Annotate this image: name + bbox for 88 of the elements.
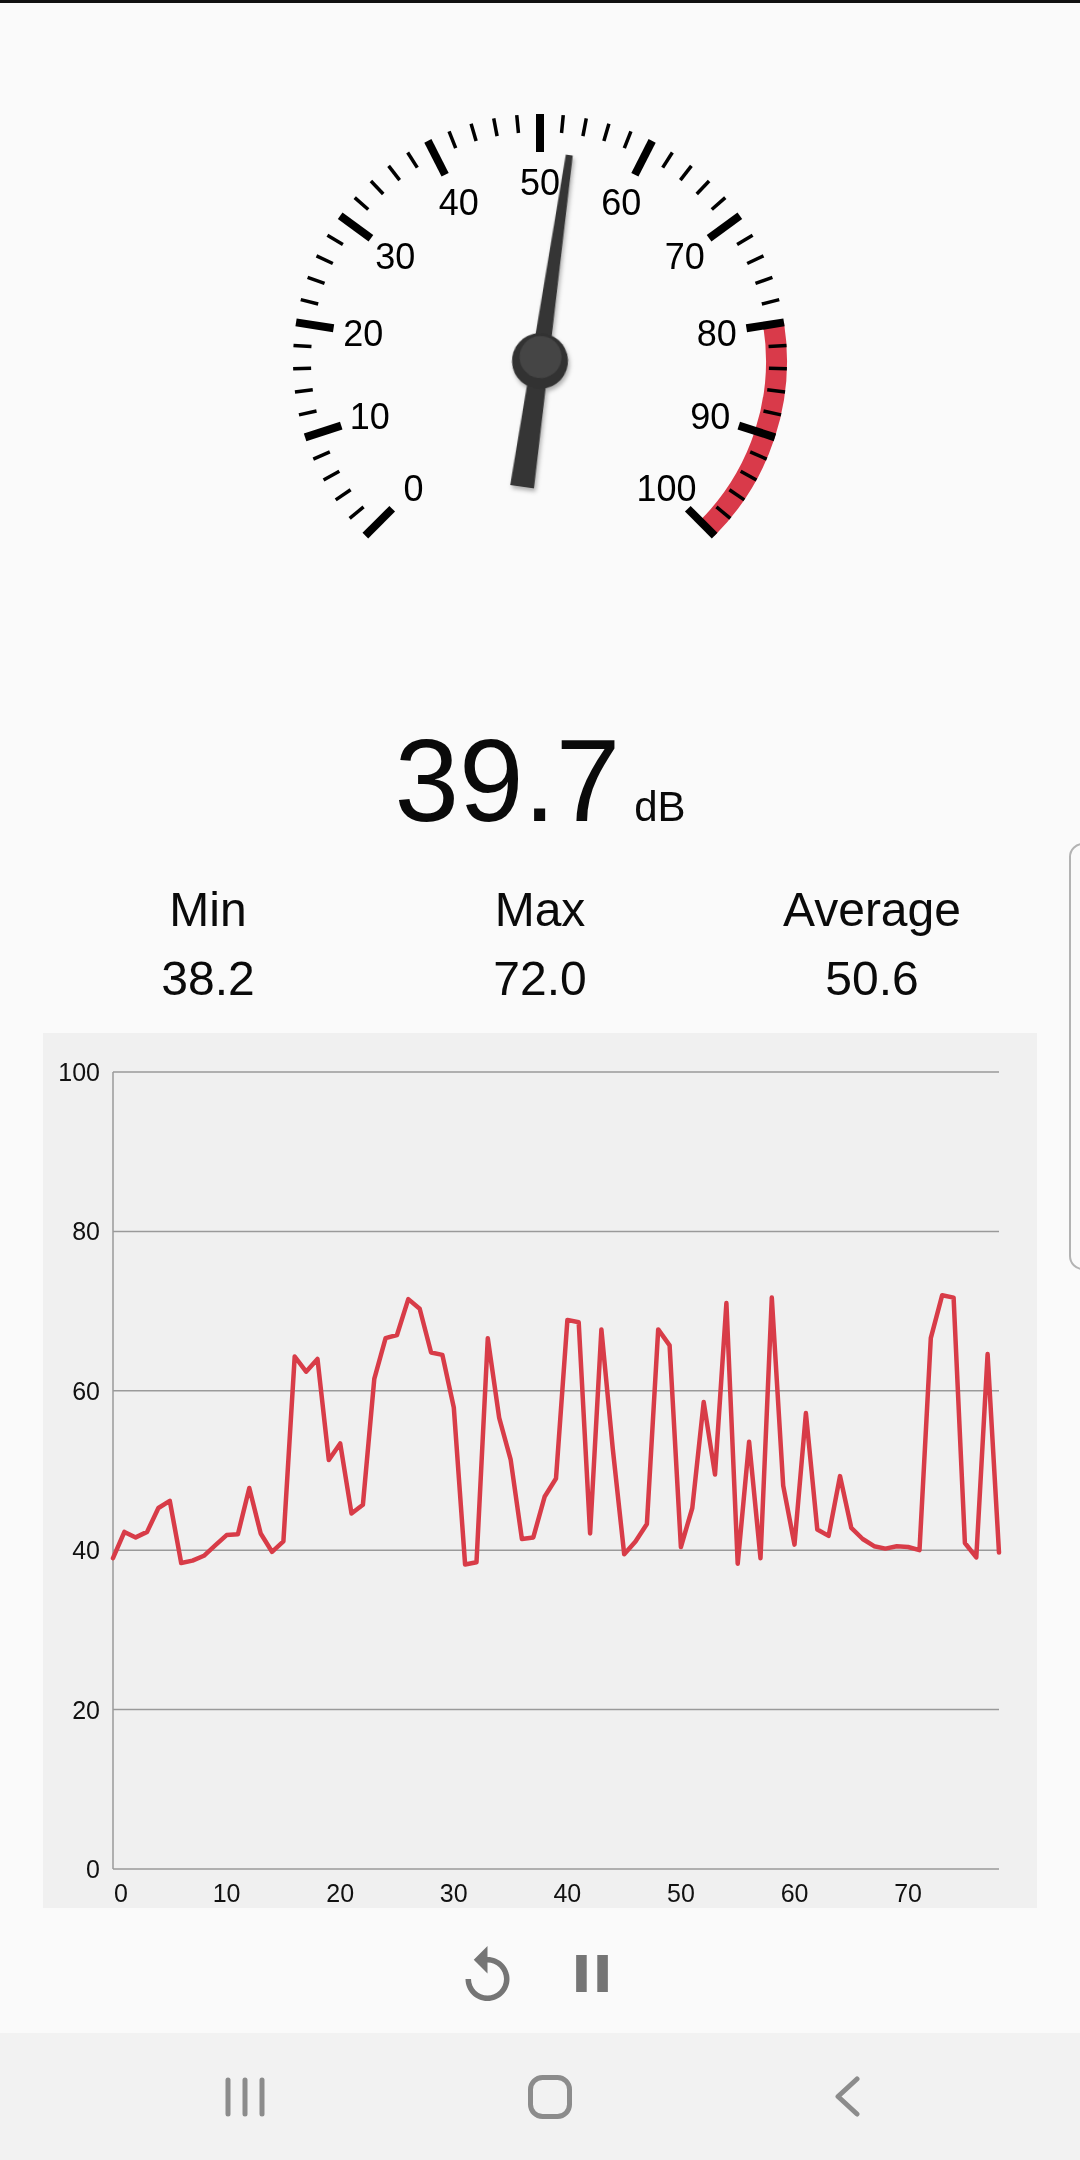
minor-tick xyxy=(602,123,611,142)
major-tick xyxy=(706,212,743,242)
minor-tick xyxy=(678,164,693,182)
minor-tick xyxy=(322,469,341,482)
y-axis-tick-label: 0 xyxy=(86,1855,100,1883)
minor-tick xyxy=(315,254,334,266)
x-axis-tick-label: 60 xyxy=(780,1879,809,1907)
stat-label: Min xyxy=(169,882,247,938)
minor-tick xyxy=(766,387,786,394)
minor-tick xyxy=(559,114,565,134)
x-axis-tick-label: 70 xyxy=(894,1879,923,1907)
minor-tick xyxy=(387,164,402,182)
home-icon[interactable] xyxy=(527,2074,572,2119)
minor-tick xyxy=(768,343,787,349)
gauge-scale-label: 80 xyxy=(696,313,737,354)
gauge-scale-label: 50 xyxy=(520,162,560,203)
minor-tick xyxy=(715,505,732,520)
unit-label: dB xyxy=(634,786,686,828)
minor-tick xyxy=(749,450,768,461)
x-axis-tick-label: 40 xyxy=(553,1879,582,1907)
minor-tick xyxy=(293,343,312,349)
minor-tick xyxy=(326,233,344,246)
major-tick xyxy=(362,505,396,539)
y-axis-tick-label: 80 xyxy=(72,1217,100,1246)
pause-icon[interactable] xyxy=(575,1954,608,1992)
major-tick xyxy=(424,139,449,177)
gauge-scale-label: 100 xyxy=(636,467,697,509)
major-tick xyxy=(337,212,374,242)
minor-tick xyxy=(447,130,458,149)
back-icon[interactable] xyxy=(834,2076,860,2117)
minor-tick xyxy=(581,118,588,137)
x-axis-tick-label: 10 xyxy=(212,1879,241,1907)
major-tick xyxy=(745,318,785,333)
x-axis-tick-label: 0 xyxy=(114,1879,128,1907)
minor-tick xyxy=(298,409,317,417)
minor-tick xyxy=(761,297,780,306)
minor-tick xyxy=(763,409,782,417)
major-tick xyxy=(295,318,335,333)
major-tick xyxy=(303,421,343,442)
minor-tick xyxy=(348,505,365,520)
recents-icon[interactable] xyxy=(224,2076,265,2117)
minor-tick xyxy=(294,387,314,394)
sound-level-value: 39.7 xyxy=(394,723,621,839)
minor-tick xyxy=(307,275,326,286)
minor-tick xyxy=(334,488,352,502)
major-tick xyxy=(684,505,718,539)
y-axis-tick-label: 20 xyxy=(72,1695,100,1724)
minor-tick xyxy=(710,196,727,211)
minor-tick xyxy=(728,488,746,502)
minor-tick xyxy=(739,469,758,482)
x-axis-tick-label: 30 xyxy=(439,1879,468,1907)
gauge-scale-label: 0 xyxy=(403,467,424,509)
minor-tick xyxy=(754,275,773,286)
stat-label: Average xyxy=(783,882,961,938)
minor-tick xyxy=(469,123,478,142)
minor-tick xyxy=(695,179,711,196)
minor-tick xyxy=(353,196,370,211)
minor-tick xyxy=(661,151,674,169)
x-axis-tick-label: 20 xyxy=(326,1879,355,1907)
minor-tick xyxy=(515,114,521,134)
gauge-scale-label: 30 xyxy=(375,235,416,277)
stat-value: 50.6 xyxy=(825,951,919,1007)
minor-tick xyxy=(622,130,633,149)
stat-value: 38.2 xyxy=(161,951,255,1007)
gauge-scale-label: 40 xyxy=(438,181,479,223)
major-tick xyxy=(737,421,777,442)
minor-tick xyxy=(293,366,312,371)
stat-value: 72.0 xyxy=(493,951,587,1007)
minor-tick xyxy=(746,254,765,266)
minor-tick xyxy=(312,450,331,461)
major-tick xyxy=(631,139,656,177)
minor-tick xyxy=(406,151,419,169)
minor-tick xyxy=(736,233,754,246)
gauge-scale-label: 10 xyxy=(349,396,390,438)
y-axis-tick-label: 100 xyxy=(58,1058,100,1086)
minor-tick xyxy=(300,297,319,306)
gauge-scale-label: 90 xyxy=(690,396,731,438)
minor-tick xyxy=(369,179,385,196)
gauge-scale-label: 60 xyxy=(601,181,642,223)
y-axis-tick-label: 40 xyxy=(72,1536,100,1565)
gauge-scale-label: 20 xyxy=(343,313,384,354)
stat-label: Max xyxy=(494,882,586,938)
minor-tick xyxy=(768,366,787,371)
replay-icon[interactable] xyxy=(464,1945,510,2001)
y-axis-tick-label: 60 xyxy=(72,1376,100,1405)
gauge-scale-label: 70 xyxy=(664,235,705,277)
x-axis-tick-label: 50 xyxy=(667,1879,695,1907)
minor-tick xyxy=(492,118,499,137)
